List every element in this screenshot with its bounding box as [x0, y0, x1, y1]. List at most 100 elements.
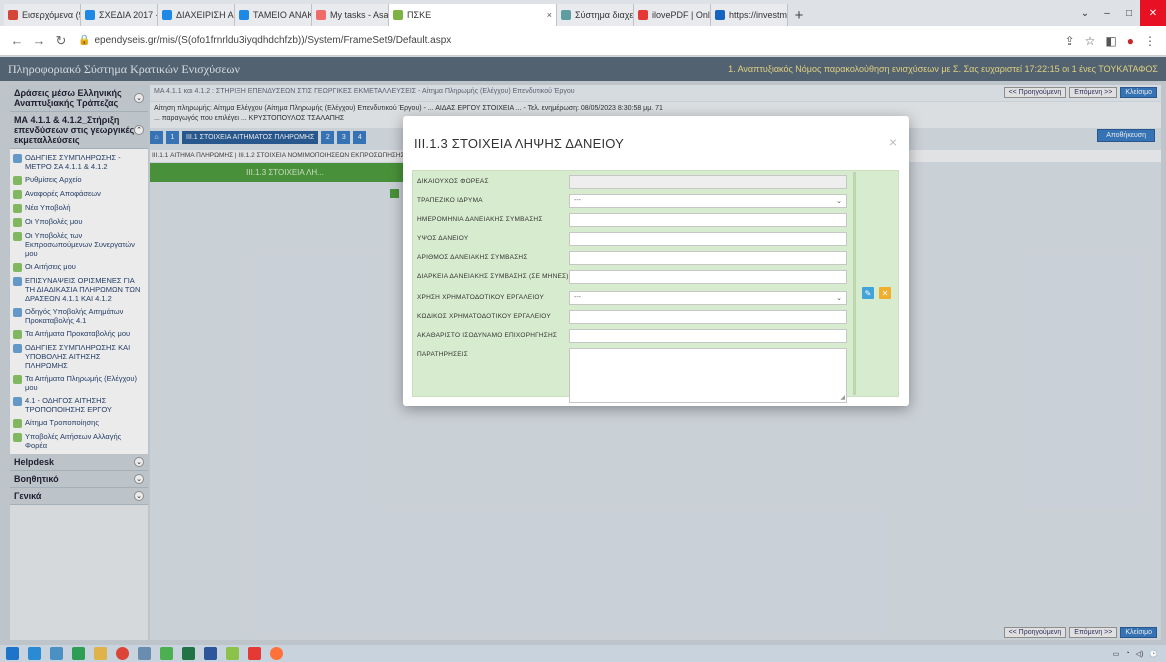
tab-label: https://investmentaggr	[729, 10, 788, 20]
field-label: ΠΑΡΑΤΗΡΗΣΕΙΣ	[417, 351, 469, 358]
folder-icon[interactable]	[94, 647, 107, 660]
star-icon[interactable]: ☆	[1085, 34, 1096, 48]
form-row: ΗΜΕΡΟΜΗΝΙΑ ΔΑΝΕΙΑΚΗΣ ΣΥΜΒΑΣΗΣ	[417, 213, 852, 227]
loan-details-modal: III.1.3 ΣΤΟΙΧΕΙΑ ΛΗΨΗΣ ΔΑΝΕΙΟΥ × ΔΙΚΑΙΟΥ…	[403, 116, 909, 406]
network-icon[interactable]: ◔	[1125, 650, 1129, 657]
field-label: ΔΙΑΡΚΕΙΑ ΔΑΝΕΙΑΚΗΣ ΣΥΜΒΑΣΗΣ (ΣΕ ΜΗΝΕΣ)	[417, 273, 569, 280]
keyboard-icon[interactable]: ▭	[1113, 650, 1120, 658]
close-icon[interactable]: ✕	[1140, 0, 1166, 26]
url-field[interactable]: 🔒 ependyseis.gr/mis/(S(ofo1frnrldu3iyqdhd…	[78, 35, 451, 46]
lock-icon: 🔒	[78, 35, 91, 46]
minimize-icon[interactable]: –	[1096, 0, 1118, 26]
browser-tab[interactable]: ilovePDF | Online PDF×	[634, 4, 711, 26]
address-bar: ← → ↻ 🔒 ependyseis.gr/mis/(S(ofo1frnrldu3…	[0, 26, 1166, 56]
close-tab-icon[interactable]: ×	[547, 10, 552, 20]
row-actions: ✎ ✕	[862, 287, 891, 299]
word-icon[interactable]	[204, 647, 217, 660]
browser-tab[interactable]: Σύστημα διαχείρισης×	[557, 4, 634, 26]
site-icon	[715, 10, 725, 20]
browser-tab[interactable]: Εισερχόμενα (9) - karr×	[4, 4, 81, 26]
back-icon[interactable]: ←	[6, 33, 28, 48]
profile-icon[interactable]: ●	[1127, 34, 1134, 48]
form-row: ΑΡΙΘΜΟΣ ΔΑΝΕΙΑΚΗΣ ΣΥΜΒΑΣΗΣ	[417, 251, 852, 265]
browser-tab[interactable]: My tasks - Asana×	[312, 4, 389, 26]
excel-icon[interactable]	[182, 647, 195, 660]
reload-icon[interactable]: ↻	[50, 33, 72, 49]
site-icon	[393, 10, 403, 20]
pdf-icon	[638, 10, 648, 20]
chevron-down-icon: ⌄	[836, 198, 842, 205]
edit-icon[interactable]: ✎	[862, 287, 874, 299]
loan-form: ΔΙΚΑΙΟΥΧΟΣ ΦΟΡΕΑΣ ΤΡΑΠΕΖΙΚΟ ΙΔΡΥΜΑ --- ⌄ …	[412, 170, 899, 403]
app-icon[interactable]	[138, 647, 151, 660]
form-row: ΤΡΑΠΕΖΙΚΟ ΙΔΡΥΜΑ --- ⌄	[417, 194, 852, 208]
field-label: ΗΜΕΡΟΜΗΝΙΑ ΔΑΝΕΙΑΚΗΣ ΣΥΜΒΑΣΗΣ	[417, 216, 543, 223]
field-label: ΑΚΑΘΑΡΙΣΤΟ ΙΣΟΔΥΝΑΜΟ ΕΠΙΧΟΡΗΓΗΣΗΣ	[417, 332, 558, 339]
remarks-textarea[interactable]: ◢	[569, 348, 847, 403]
pdf-icon[interactable]	[248, 647, 261, 660]
bank-select[interactable]: --- ⌄	[569, 194, 847, 208]
app-icon[interactable]	[226, 647, 239, 660]
browser-tab[interactable]: ΤΑΜΕΙΟ ΑΝΑΚΑΜΨΗΣ×	[235, 4, 312, 26]
maximize-icon[interactable]: □	[1118, 0, 1140, 26]
financial-tool-select[interactable]: --- ⌄	[569, 291, 847, 305]
modal-title: III.1.3 ΣΤΟΙΧΕΙΑ ΛΗΨΗΣ ΔΑΝΕΙΟΥ	[414, 136, 625, 151]
select-value: ---	[574, 294, 581, 301]
loan-amount-field[interactable]	[569, 232, 847, 246]
menu-icon[interactable]: ⋮	[1144, 34, 1156, 48]
windows-start-icon[interactable]	[6, 647, 19, 660]
browser-tab[interactable]: ΣΧΕΔΙΑ 2017 - ΑΤΤΙΚΗ×	[81, 4, 158, 26]
beneficiary-field	[569, 175, 847, 189]
edge-icon[interactable]	[28, 647, 41, 660]
chrome-icon[interactable]	[116, 647, 129, 660]
browser-tab-active[interactable]: ΠΣΚΕ ×	[389, 4, 557, 26]
contract-number-field[interactable]	[569, 251, 847, 265]
document-icon	[162, 10, 172, 20]
forward-icon[interactable]: →	[28, 33, 50, 48]
tab-label: My tasks - Asana	[330, 10, 389, 20]
duration-field[interactable]	[569, 270, 847, 284]
chevron-down-icon[interactable]: ⌄	[1074, 0, 1096, 26]
tab-label: ΔΙΑΧΕΙΡΙΣΗ ΑΝΑΠΤΥ	[176, 10, 234, 20]
new-tab-icon[interactable]: +	[788, 4, 810, 26]
explorer-icon[interactable]	[50, 647, 63, 660]
browser-tab-strip: Εισερχόμενα (9) - karr× ΣΧΕΔΙΑ 2017 - ΑΤ…	[0, 0, 1166, 26]
field-label: ΤΡΑΠΕΖΙΚΟ ΙΔΡΥΜΑ	[417, 197, 483, 204]
tool-code-field[interactable]	[569, 310, 847, 324]
extensions-icon[interactable]: ◧	[1105, 34, 1116, 48]
field-label: ΑΡΙΘΜΟΣ ΔΑΝΕΙΑΚΗΣ ΣΥΜΒΑΣΗΣ	[417, 254, 528, 261]
field-label: ΧΡΗΣΗ ΧΡΗΜΑΤΟΔΟΤΙΚΟΥ ΕΡΓΑΛΕΙΟΥ	[417, 294, 544, 301]
tab-label: Σύστημα διαχείρισης	[575, 10, 634, 20]
delete-icon[interactable]: ✕	[879, 287, 891, 299]
field-label: ΥΨΟΣ ΔΑΝΕΙΟΥ	[417, 235, 469, 242]
gmail-icon	[8, 10, 18, 20]
action-column	[853, 172, 856, 395]
browser-tab[interactable]: ΔΙΑΧΕΙΡΙΣΗ ΑΝΑΠΤΥ×	[158, 4, 235, 26]
firefox-icon[interactable]	[270, 647, 283, 660]
form-row: ΧΡΗΣΗ ΧΡΗΜΑΤΟΔΟΤΙΚΟΥ ΕΡΓΑΛΕΙΟΥ --- ⌄	[417, 291, 852, 305]
document-icon	[85, 10, 95, 20]
clock[interactable]: 🕑	[1149, 650, 1158, 658]
browser-tab[interactable]: https://investmentaggr×	[711, 4, 788, 26]
close-icon[interactable]: ×	[889, 134, 897, 150]
site-icon	[561, 10, 571, 20]
form-row: ΔΙΚΑΙΟΥΧΟΣ ΦΟΡΕΑΣ	[417, 175, 852, 189]
form-row: ΠΑΡΑΤΗΡΗΣΕΙΣ ◢	[417, 348, 852, 403]
form-row: ΥΨΟΣ ΔΑΝΕΙΟΥ	[417, 232, 852, 246]
tab-label: ΠΣΚΕ	[407, 10, 432, 20]
tab-label: Εισερχόμενα (9) - karr	[22, 10, 80, 20]
form-row: ΑΚΑΘΑΡΙΣΤΟ ΙΣΟΔΥΝΑΜΟ ΕΠΙΧΟΡΗΓΗΣΗΣ	[417, 329, 852, 343]
tab-label: ΣΧΕΔΙΑ 2017 - ΑΤΤΙΚΗ	[99, 10, 157, 20]
app-icon[interactable]	[160, 647, 173, 660]
field-label: ΔΙΚΑΙΟΥΧΟΣ ΦΟΡΕΑΣ	[417, 178, 489, 185]
chevron-down-icon: ⌄	[836, 295, 842, 302]
gross-grant-field[interactable]	[569, 329, 847, 343]
resize-handle-icon[interactable]: ◢	[840, 394, 845, 401]
select-value: ---	[574, 197, 581, 204]
document-icon	[239, 10, 249, 20]
volume-icon[interactable]: ◁)	[1136, 650, 1144, 658]
app-icon[interactable]	[72, 647, 85, 660]
share-icon[interactable]: ⇪	[1065, 34, 1075, 48]
loan-date-field[interactable]	[569, 213, 847, 227]
field-label: ΚΩΔΙΚΟΣ ΧΡΗΜΑΤΟΔΟΤΙΚΟΥ ΕΡΓΑΛΕΙΟΥ	[417, 313, 551, 320]
